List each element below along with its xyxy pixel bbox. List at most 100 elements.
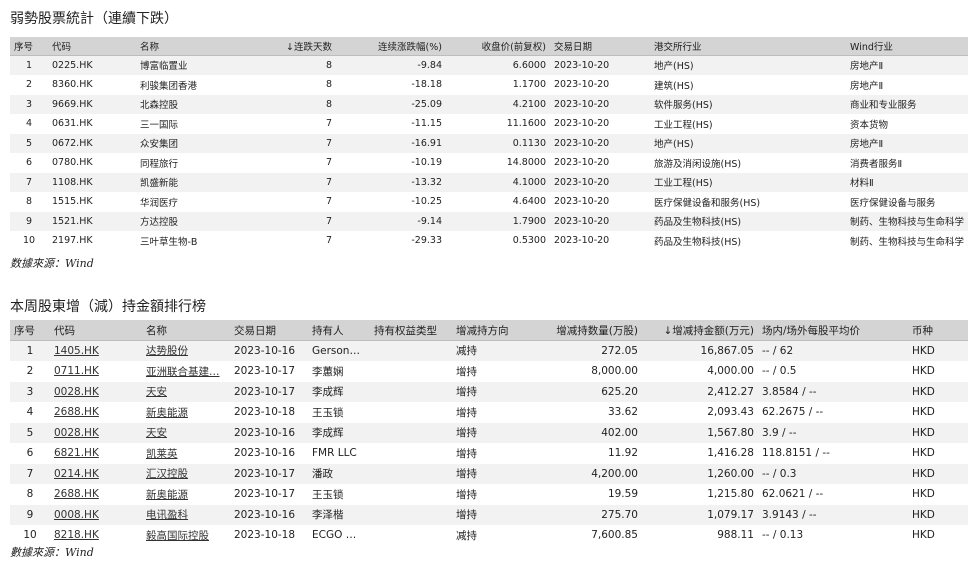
col-header-code[interactable]: 代码 [48, 37, 136, 56]
cell-name[interactable]: 天安 [142, 422, 230, 444]
cell-hkex-industry: 软件服务(HS) [650, 94, 846, 115]
col-header-holder[interactable]: 持有人 [308, 320, 370, 341]
cell-change-pct: -13.32 [336, 172, 446, 193]
cell-code[interactable]: 2688.HK [50, 484, 142, 505]
cell-holder: ECGO … [308, 525, 370, 546]
cell-name[interactable]: 新奥能源 [142, 484, 230, 505]
cell-code[interactable]: 8218.HK [50, 525, 142, 546]
cell-code[interactable]: 0711.HK [50, 361, 142, 382]
table-row[interactable]: 7 1108.HK 凯盛新能 7 -13.32 4.1000 2023-10-20 工业工程(… [10, 172, 968, 193]
cell-name: 华润医疗 [136, 192, 264, 212]
cell-quantity: 402.00 [544, 422, 642, 444]
cell-name[interactable]: 天安 [142, 381, 230, 403]
col-header-amount[interactable]: ↓增减持金额(万元) [642, 320, 758, 341]
cell-code[interactable]: 0214.HK [50, 463, 142, 485]
cell-wind-industry: 制药、生物科技与生命科学 [846, 211, 968, 232]
table-row[interactable]: 4 2688.HK 新奥能源 2023-10-18 王玉锁 增持 33.62 2,093.43… [10, 402, 968, 423]
cell-name[interactable]: 亚洲联合基建… [142, 361, 230, 382]
col-header-direction[interactable]: 增减持方向 [452, 320, 544, 341]
cell-name[interactable]: 达势股份 [142, 340, 230, 362]
table-row[interactable]: 9 1521.HK 方达控股 7 -9.14 1.7900 2023-10-20 药品及生物科… [10, 211, 968, 232]
cell-code[interactable]: 0028.HK [50, 381, 142, 403]
cell-close-price: 14.8000 [446, 153, 550, 173]
cell-direction: 增持 [452, 443, 544, 464]
col-header-avg-price[interactable]: 场内/场外每股平均价 [758, 320, 908, 341]
cell-quantity: 19.59 [544, 484, 642, 505]
col-header-name[interactable]: 名称 [136, 37, 264, 56]
cell-name: 众安集团 [136, 133, 264, 154]
cell-name: 凯盛新能 [136, 172, 264, 193]
cell-name[interactable]: 新奥能源 [142, 402, 230, 423]
col-header-trade-date[interactable]: 交易日期 [230, 320, 308, 341]
table-row[interactable]: 2 0711.HK 亚洲联合基建… 2023-10-17 李蕙娴 增持 8,000.00 4,… [10, 361, 968, 382]
cell-trade-date: 2023-10-16 [230, 504, 308, 526]
table-row[interactable]: 5 0028.HK 天安 2023-10-16 李成辉 增持 402.00 1,567.80 3… [10, 422, 968, 444]
col-header-equity-type[interactable]: 持有权益类型 [370, 320, 452, 341]
cell-equity-type [370, 504, 452, 526]
cell-code[interactable]: 1405.HK [50, 340, 142, 362]
col-header-close-price[interactable]: 收盘价(前复权) [446, 37, 550, 56]
cell-direction: 增持 [452, 381, 544, 403]
cell-direction: 增持 [452, 484, 544, 505]
col-header-code[interactable]: 代码 [50, 320, 142, 341]
cell-name[interactable]: 毅高国际控股 [142, 525, 230, 546]
cell-index: 4 [10, 114, 48, 134]
table-row[interactable]: 2 8360.HK 利骏集团香港 8 -18.18 1.1700 2023-10-20 建筑(… [10, 75, 968, 95]
table-row[interactable]: 4 0631.HK 三一国际 7 -11.15 11.1600 2023-10-20 工业工程… [10, 114, 968, 134]
table-row[interactable]: 8 2688.HK 新奥能源 2023-10-17 王玉锁 增持 19.59 1,215.80… [10, 484, 968, 505]
col-header-index[interactable]: 序号 [10, 37, 48, 56]
table-row[interactable]: 3 0028.HK 天安 2023-10-17 李成辉 增持 625.20 2,412.27 3… [10, 381, 968, 403]
cell-trade-date: 2023-10-20 [550, 133, 650, 154]
table2-title: 本周股東增（減）持金額排行榜 [10, 299, 206, 315]
col-header-hkex-industry[interactable]: 港交所行业 [650, 37, 846, 56]
col-header-wind-industry[interactable]: Wind行业 [846, 37, 968, 56]
cell-index: 5 [10, 133, 48, 154]
cell-down-days: 7 [264, 133, 336, 154]
col-header-down-days[interactable]: ↓连跌天数 [264, 37, 336, 56]
cell-currency: HKD [908, 443, 968, 464]
table-row[interactable]: 8 1515.HK 华润医疗 7 -10.25 4.6400 2023-10-20 医疗保健设… [10, 192, 968, 212]
cell-down-days: 7 [264, 192, 336, 212]
cell-change-pct: -16.91 [336, 133, 446, 154]
cell-quantity: 11.92 [544, 443, 642, 464]
table-row[interactable]: 10 8218.HK 毅高国际控股 2023-10-18 ECGO … 减持 7,600.8… [10, 525, 968, 546]
col-header-name[interactable]: 名称 [142, 320, 230, 341]
table-row[interactable]: 6 6821.HK 凯莱英 2023-10-16 FMR LLC 增持 11.92 1,416… [10, 443, 968, 464]
cell-avg-price: -- / 62 [758, 340, 908, 362]
cell-hkex-industry: 旅游及消闲设施(HS) [650, 153, 846, 173]
table-row[interactable]: 7 0214.HK 汇汉控股 2023-10-17 潘政 增持 4,200.00 1,260.… [10, 463, 968, 485]
cell-index: 10 [10, 525, 50, 546]
table-row[interactable]: 6 0780.HK 同程旅行 7 -10.19 14.8000 2023-10-20 旅游及消… [10, 153, 968, 173]
col-header-trade-date[interactable]: 交易日期 [550, 37, 650, 56]
cell-code: 2197.HK [48, 231, 136, 251]
cell-name[interactable]: 电讯盈科 [142, 504, 230, 526]
cell-code[interactable]: 6821.HK [50, 443, 142, 464]
cell-direction: 增持 [452, 402, 544, 423]
cell-quantity: 33.62 [544, 402, 642, 423]
table-row[interactable]: 5 0672.HK 众安集团 7 -16.91 0.1130 2023-10-20 地产(HS… [10, 133, 968, 154]
cell-amount: 988.11 [642, 525, 758, 546]
col-header-quantity[interactable]: 增减持数量(万股) [544, 320, 642, 341]
cell-amount: 1,416.28 [642, 443, 758, 464]
col-header-change-pct[interactable]: 连续涨跌幅(%) [336, 37, 446, 56]
cell-name: 同程旅行 [136, 153, 264, 173]
cell-code[interactable]: 2688.HK [50, 402, 142, 423]
cell-code[interactable]: 0028.HK [50, 422, 142, 444]
cell-equity-type [370, 340, 452, 362]
cell-name[interactable]: 凯莱英 [142, 443, 230, 464]
cell-trade-date: 2023-10-20 [550, 94, 650, 115]
table-row[interactable]: 1 1405.HK 达势股份 2023-10-16 Gerson… 减持 272.05 16,… [10, 340, 968, 362]
col-header-index[interactable]: 序号 [10, 320, 50, 341]
cell-code: 1521.HK [48, 211, 136, 232]
table-row[interactable]: 3 9669.HK 北森控股 8 -25.09 4.2100 2023-10-20 软件服务(… [10, 94, 968, 115]
cell-name: 北森控股 [136, 94, 264, 115]
table-row[interactable]: 9 0008.HK 电讯盈科 2023-10-16 李泽楷 增持 275.70 1,079.1… [10, 504, 968, 526]
cell-quantity: 275.70 [544, 504, 642, 526]
cell-equity-type [370, 402, 452, 423]
col-header-currency[interactable]: 币种 [908, 320, 968, 341]
cell-name[interactable]: 汇汉控股 [142, 463, 230, 485]
table-row[interactable]: 1 0225.HK 博富临置业 8 -9.84 6.6000 2023-10-20 地产(HS… [10, 55, 968, 76]
cell-name: 三一国际 [136, 114, 264, 134]
cell-code[interactable]: 0008.HK [50, 504, 142, 526]
table-row[interactable]: 10 2197.HK 三叶草生物-B 7 -29.33 0.5300 2023-10-20 药… [10, 231, 968, 251]
